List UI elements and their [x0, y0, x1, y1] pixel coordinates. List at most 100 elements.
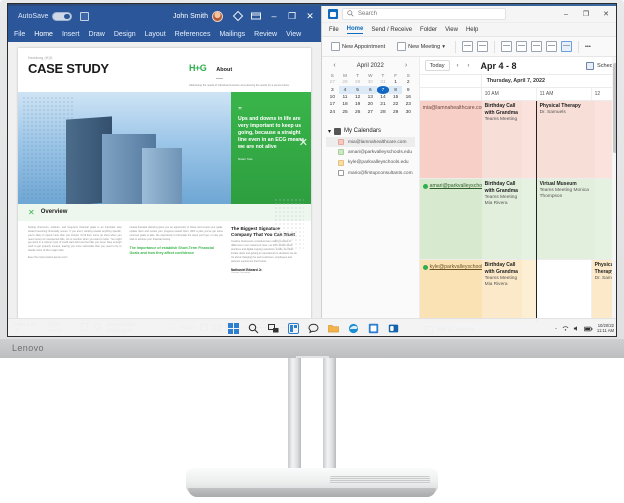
- outlook-scrollbar[interactable]: [612, 57, 616, 327]
- day-cell-today[interactable]: 7: [376, 86, 390, 94]
- calendar-row-email[interactable]: amari@parkvalleyschools.edu: [430, 183, 482, 189]
- file-explorer-icon[interactable]: [327, 323, 339, 335]
- calendar-row-body[interactable]: Birthday Call with Grandma Teams Meeting…: [481, 179, 616, 259]
- outlook-tab-send-receive[interactable]: Send / Receive: [371, 27, 412, 33]
- calendar-row-amari[interactable]: amari@parkvalleyschools.edu Birthday Cal…: [419, 179, 616, 260]
- calendar-row-label[interactable]: kyle@parkvalleyschools.edu: [419, 260, 482, 322]
- tab-file[interactable]: File: [14, 31, 25, 38]
- tab-mailings[interactable]: Mailings: [219, 31, 245, 38]
- day-cell[interactable]: 30: [364, 79, 377, 86]
- day-cell[interactable]: 2: [402, 79, 415, 86]
- day-cell[interactable]: 13: [364, 94, 377, 101]
- search-input[interactable]: Search: [342, 8, 506, 20]
- calendar-row-kyle[interactable]: kyle@parkvalleyschools.edu Birthday Call…: [419, 260, 616, 322]
- tray-chevron-icon[interactable]: ⌃: [554, 327, 558, 332]
- outlook-tab-home[interactable]: Home: [346, 26, 364, 34]
- calendar-row-body[interactable]: Birthday Call with Grandma Teams Meeting…: [481, 260, 616, 322]
- calendar-event[interactable]: Birthday Call with Grandma Teams Meeting…: [481, 179, 522, 259]
- day-cell[interactable]: 17: [326, 101, 339, 108]
- ribbon-overflow-button[interactable]: •••: [585, 44, 591, 50]
- calendar-item-mia[interactable]: mia@lamnahealthcare.com: [326, 136, 415, 148]
- tab-view[interactable]: View: [286, 31, 301, 38]
- outlook-tab-help[interactable]: Help: [466, 27, 478, 33]
- clock[interactable]: 10/20/22 11:11 AM: [597, 323, 614, 334]
- store-icon[interactable]: [367, 323, 379, 335]
- wifi-icon[interactable]: [562, 325, 569, 333]
- search-icon[interactable]: [247, 323, 259, 335]
- prev-period-button[interactable]: ‹: [455, 63, 461, 69]
- day-cell[interactable]: 10: [326, 94, 339, 101]
- calendar-item-kyle[interactable]: kyle@parkvalleyschools.edu: [326, 158, 415, 168]
- month-view-icon[interactable]: [545, 41, 557, 52]
- widgets-icon[interactable]: [287, 323, 299, 335]
- next-7-days-icon[interactable]: [515, 41, 527, 52]
- calendar-row-mia[interactable]: mia@lamnahealthcare.com Birthday Call wi…: [419, 101, 616, 179]
- day-cell[interactable]: 3: [326, 86, 339, 93]
- task-view-icon[interactable]: [267, 323, 279, 335]
- calendar-grid[interactable]: mia@lamnahealthcare.com Birthday Call wi…: [419, 101, 616, 322]
- outlook-tab-folder[interactable]: Folder: [420, 27, 437, 33]
- chevron-down-icon[interactable]: ▾: [442, 44, 445, 50]
- minicalendar[interactable]: S M T W T F S 27 28 29 30 31 1 2 3 4 5 6…: [326, 72, 415, 116]
- avatar[interactable]: [212, 10, 223, 22]
- day-cell[interactable]: 31: [377, 79, 390, 86]
- calendar-event[interactable]: Physical Therapy Dr. Samuels: [536, 101, 595, 178]
- word-document-area[interactable]: Hamburg (H)G CASE STUDY H+G About Addres…: [8, 42, 321, 320]
- new-meeting-button[interactable]: New Meeting ▾: [393, 39, 449, 54]
- day-cell[interactable]: 4: [338, 86, 352, 94]
- day-cell[interactable]: 24: [326, 109, 339, 116]
- outlook-minimize-button[interactable]: –: [556, 6, 576, 23]
- day-cell[interactable]: 27: [364, 109, 377, 116]
- autosave-toggle[interactable]: [52, 11, 73, 21]
- day-cell[interactable]: 28: [377, 109, 390, 116]
- day-cell[interactable]: 29: [351, 79, 364, 86]
- word-maximize-button[interactable]: ❐: [283, 6, 301, 26]
- outlook-tab-file[interactable]: File: [329, 27, 339, 33]
- work-week-view-icon[interactable]: [476, 41, 488, 52]
- chat-icon[interactable]: [307, 323, 319, 335]
- day-cell[interactable]: 25: [339, 109, 352, 116]
- calendar-checkbox[interactable]: [338, 159, 344, 166]
- week-view-icon[interactable]: [530, 41, 542, 52]
- outlook-close-button[interactable]: ✕: [596, 6, 616, 23]
- chevron-down-icon[interactable]: ▾: [328, 128, 331, 135]
- word-close-button[interactable]: ✕: [301, 6, 319, 26]
- day-cell[interactable]: 5: [351, 86, 364, 94]
- calendar-event[interactable]: Birthday Call with Grandma Teams Meeting…: [481, 260, 522, 322]
- calendar-checkbox[interactable]: [338, 170, 344, 177]
- time-slot-cell[interactable]: [537, 260, 592, 322]
- day-cell[interactable]: 1: [389, 79, 402, 86]
- day-cell[interactable]: 28: [339, 79, 352, 86]
- my-calendars-group[interactable]: ▾ My Calendars: [326, 126, 415, 137]
- word-minimize-button[interactable]: –: [265, 6, 283, 26]
- day-cell[interactable]: 27: [326, 79, 339, 86]
- outlook-maximize-button[interactable]: ❐: [576, 6, 596, 23]
- calendar-row-email[interactable]: kyle@parkvalleyschools.edu: [430, 264, 482, 270]
- start-icon[interactable]: [227, 323, 239, 335]
- tab-layout[interactable]: Layout: [145, 31, 166, 38]
- volume-icon[interactable]: [573, 325, 580, 333]
- day-cell[interactable]: 8: [389, 86, 402, 94]
- tab-insert[interactable]: Insert: [62, 31, 80, 38]
- day-cell[interactable]: 26: [351, 109, 364, 116]
- outlook-icon[interactable]: [387, 323, 399, 335]
- today-button[interactable]: Today: [424, 60, 450, 71]
- new-appointment-button[interactable]: New Appointment: [327, 39, 389, 54]
- minicalendar-prev-button[interactable]: ‹: [330, 62, 339, 69]
- day-cell[interactable]: 15: [389, 94, 402, 101]
- calendar-row-label[interactable]: mia@lamnahealthcare.com: [419, 101, 482, 178]
- day-cell[interactable]: 16: [402, 94, 415, 101]
- day-cell[interactable]: 19: [351, 101, 364, 108]
- save-icon[interactable]: [80, 11, 90, 21]
- tab-home[interactable]: Home: [34, 31, 53, 38]
- calendar-item-mario[interactable]: mario@firstupconsultants.com: [326, 168, 415, 178]
- day-cell[interactable]: 6: [363, 86, 377, 94]
- edge-icon[interactable]: [347, 323, 359, 335]
- outlook-scrollbar-thumb[interactable]: [613, 63, 616, 153]
- tab-design[interactable]: Design: [114, 31, 136, 38]
- day-cell[interactable]: 23: [402, 101, 415, 108]
- ribbon-display-options-icon[interactable]: [250, 10, 262, 22]
- battery-icon[interactable]: [583, 326, 593, 333]
- today-view-icon[interactable]: [500, 41, 512, 52]
- day-cell[interactable]: 21: [377, 101, 390, 108]
